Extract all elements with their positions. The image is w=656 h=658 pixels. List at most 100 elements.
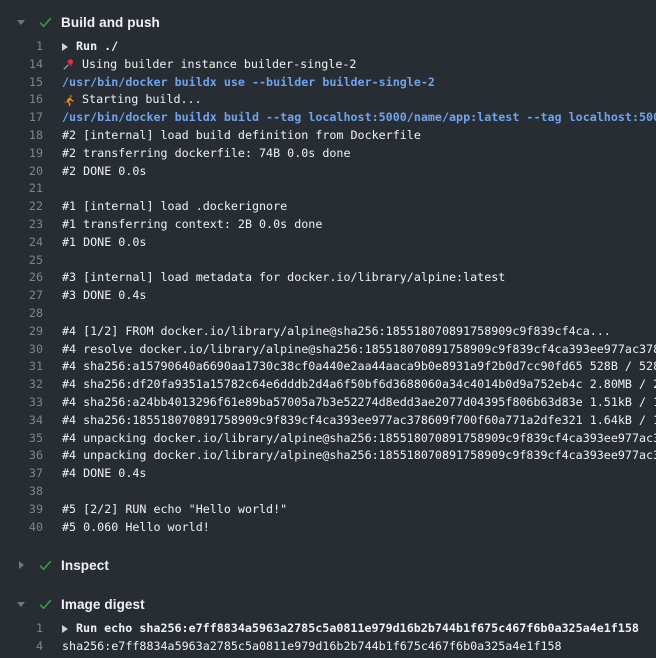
log-line: 17 /usr/bin/docker buildx build --tag lo… bbox=[0, 109, 656, 127]
line-number[interactable]: 40 bbox=[0, 519, 43, 537]
log-section: Build and push 1 Run ./ 14 Using builder… bbox=[0, 8, 656, 540]
line-number[interactable]: 14 bbox=[0, 56, 43, 74]
log-section: Inspect bbox=[0, 551, 656, 579]
log-line: 21 bbox=[0, 180, 656, 198]
line-text: #2 transferring dockerfile: 74B 0.0s don… bbox=[62, 145, 656, 163]
log-line: 35 #4 unpacking docker.io/library/alpine… bbox=[0, 430, 656, 448]
line-number[interactable]: 23 bbox=[0, 216, 43, 234]
line-number[interactable]: 36 bbox=[0, 447, 43, 465]
line-number[interactable]: 15 bbox=[0, 74, 43, 92]
log-line: 1 Run ./ bbox=[0, 38, 656, 56]
line-number[interactable]: 29 bbox=[0, 323, 43, 341]
log-line: 28 bbox=[0, 305, 656, 323]
log-line: 40 #5 0.060 Hello world! bbox=[0, 519, 656, 537]
log-line: 31 #4 sha256:a15790640a6690aa1730c38cf0a… bbox=[0, 358, 656, 376]
line-number[interactable]: 21 bbox=[0, 180, 43, 198]
chevron-right-icon bbox=[15, 561, 27, 569]
line-number[interactable]: 30 bbox=[0, 341, 43, 359]
log-line: 19 #2 transferring dockerfile: 74B 0.0s … bbox=[0, 145, 656, 163]
line-text: #5 0.060 Hello world! bbox=[62, 519, 656, 537]
log-line: 36 #4 unpacking docker.io/library/alpine… bbox=[0, 447, 656, 465]
log-line: 29 #4 [1/2] FROM docker.io/library/alpin… bbox=[0, 323, 656, 341]
line-text: sha256:e7ff8834a5963a2785c5a0811e979d16b… bbox=[62, 638, 656, 656]
line-text: Run ./ bbox=[62, 38, 656, 56]
section-header-inspect[interactable]: Inspect bbox=[0, 551, 656, 579]
line-text: Starting build... bbox=[62, 91, 656, 109]
line-number[interactable]: 22 bbox=[0, 198, 43, 216]
line-number[interactable]: 34 bbox=[0, 412, 43, 430]
log-line: 38 bbox=[0, 483, 656, 501]
line-number[interactable]: 28 bbox=[0, 305, 43, 323]
line-text: #4 sha256:185518070891758909c9f839cf4ca3… bbox=[62, 412, 656, 430]
workflow-log-viewer: Build and push 1 Run ./ 14 Using builder… bbox=[0, 0, 656, 658]
line-text: #4 [1/2] FROM docker.io/library/alpine@s… bbox=[62, 323, 656, 341]
log-line: 22 #1 [internal] load .dockerignore bbox=[0, 198, 656, 216]
line-number[interactable]: 39 bbox=[0, 501, 43, 519]
log-line: 32 #4 sha256:df20fa9351a15782c64e6dddb2d… bbox=[0, 376, 656, 394]
line-number[interactable]: 4 bbox=[0, 638, 43, 656]
log-line: 23 #1 transferring context: 2B 0.0s done bbox=[0, 216, 656, 234]
line-number[interactable]: 1 bbox=[0, 38, 43, 56]
line-number[interactable]: 32 bbox=[0, 376, 43, 394]
line-number[interactable]: 31 bbox=[0, 358, 43, 376]
log-line: 33 #4 sha256:a24bb4013296f61e89ba57005a7… bbox=[0, 394, 656, 412]
line-text: /usr/bin/docker buildx build --tag local… bbox=[62, 109, 656, 127]
log-line: 25 bbox=[0, 252, 656, 270]
section-body: 1 Run echo sha256:e7ff8834a5963a2785c5a0… bbox=[0, 618, 656, 658]
log-line: 30 #4 resolve docker.io/library/alpine@s… bbox=[0, 341, 656, 359]
log-line: 15 /usr/bin/docker buildx use --builder … bbox=[0, 74, 656, 92]
line-text: #4 sha256:a15790640a6690aa1730c38cf0a440… bbox=[62, 358, 656, 376]
check-icon bbox=[38, 15, 53, 30]
section-body: 1 Run ./ 14 Using builder instance build… bbox=[0, 36, 656, 540]
line-text: #4 unpacking docker.io/library/alpine@sh… bbox=[62, 430, 656, 448]
line-text: Using builder instance builder-single-2 bbox=[62, 56, 656, 74]
line-number[interactable]: 26 bbox=[0, 269, 43, 287]
line-text: #4 resolve docker.io/library/alpine@sha2… bbox=[62, 341, 656, 359]
log-line: 1 Run echo sha256:e7ff8834a5963a2785c5a0… bbox=[0, 620, 656, 638]
line-text: #4 sha256:df20fa9351a15782c64e6dddb2d4a6… bbox=[62, 376, 656, 394]
line-number[interactable]: 20 bbox=[0, 163, 43, 181]
line-number[interactable]: 35 bbox=[0, 430, 43, 448]
chevron-down-icon bbox=[15, 20, 27, 25]
line-number[interactable]: 25 bbox=[0, 252, 43, 270]
line-number[interactable]: 16 bbox=[0, 91, 43, 109]
line-number[interactable]: 1 bbox=[0, 620, 43, 638]
line-number[interactable]: 19 bbox=[0, 145, 43, 163]
log-line: 20 #2 DONE 0.0s bbox=[0, 163, 656, 181]
section-title: Image digest bbox=[61, 597, 145, 612]
line-text: #4 DONE 0.4s bbox=[62, 465, 656, 483]
line-number[interactable]: 33 bbox=[0, 394, 43, 412]
line-text: #1 transferring context: 2B 0.0s done bbox=[62, 216, 656, 234]
line-number[interactable]: 38 bbox=[0, 483, 43, 501]
line-text: #3 [internal] load metadata for docker.i… bbox=[62, 269, 656, 287]
runner-icon bbox=[62, 94, 75, 107]
log-line: 18 #2 [internal] load build definition f… bbox=[0, 127, 656, 145]
line-number[interactable]: 24 bbox=[0, 234, 43, 252]
expand-run-icon[interactable] bbox=[62, 43, 68, 51]
line-number[interactable]: 27 bbox=[0, 287, 43, 305]
line-text: #1 DONE 0.0s bbox=[62, 234, 656, 252]
line-number[interactable]: 18 bbox=[0, 127, 43, 145]
expand-run-icon[interactable] bbox=[62, 625, 68, 633]
log-line: 37 #4 DONE 0.4s bbox=[0, 465, 656, 483]
line-text: /usr/bin/docker buildx use --builder bui… bbox=[62, 74, 656, 92]
log-line: 16 Starting build... bbox=[0, 91, 656, 109]
line-text: Run echo sha256:e7ff8834a5963a2785c5a081… bbox=[62, 620, 656, 638]
log-line: 26 #3 [internal] load metadata for docke… bbox=[0, 269, 656, 287]
log-section: Image digest 1 Run echo sha256:e7ff8834a… bbox=[0, 590, 656, 658]
section-title: Inspect bbox=[61, 558, 109, 573]
chevron-down-icon bbox=[15, 602, 27, 607]
line-number[interactable]: 37 bbox=[0, 465, 43, 483]
section-header-build-and-push[interactable]: Build and push bbox=[0, 8, 656, 36]
line-text: #2 [internal] load build definition from… bbox=[62, 127, 656, 145]
line-text: #5 [2/2] RUN echo "Hello world!" bbox=[62, 501, 656, 519]
line-text: #2 DONE 0.0s bbox=[62, 163, 656, 181]
section-header-image-digest[interactable]: Image digest bbox=[0, 590, 656, 618]
log-line: 27 #3 DONE 0.4s bbox=[0, 287, 656, 305]
log-line: 24 #1 DONE 0.0s bbox=[0, 234, 656, 252]
log-line: 34 #4 sha256:185518070891758909c9f839cf4… bbox=[0, 412, 656, 430]
line-number[interactable]: 17 bbox=[0, 109, 43, 127]
log-line: 39 #5 [2/2] RUN echo "Hello world!" bbox=[0, 501, 656, 519]
check-icon bbox=[38, 558, 53, 573]
log-line: 4 sha256:e7ff8834a5963a2785c5a0811e979d1… bbox=[0, 638, 656, 656]
